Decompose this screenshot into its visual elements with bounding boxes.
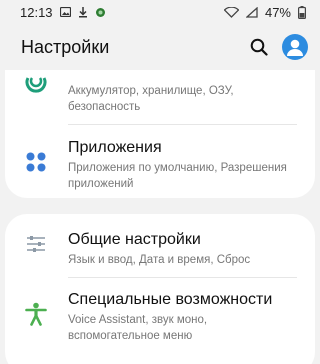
page-title: Настройки (21, 36, 110, 57)
battery-percent: 47% (264, 4, 291, 20)
settings-item-subtitle-line: Приложения по умолчанию, Разрешения (68, 162, 287, 174)
settings-item-title: Общие настройки (68, 231, 201, 248)
signal-icon (245, 6, 258, 18)
settings-item-subtitle-line: Язык и ввод, Дата и время, Сброс (68, 254, 251, 266)
status-time: 12:13 (20, 4, 53, 20)
status-bar-right: 47% (223, 4, 306, 20)
settings-item-subtitle-line: безопасность (68, 101, 141, 113)
status-bar-left: 12:13 (20, 5, 106, 20)
settings-group-1: Аккумулятор, хранилище, ОЗУ, безопасност… (5, 70, 315, 198)
settings-item-device-care[interactable]: Аккумулятор, хранилище, ОЗУ, безопасност… (5, 70, 315, 120)
app-bar: Настройки (0, 24, 320, 70)
divider (68, 277, 297, 278)
settings-item-subtitle-line: вспомогательное меню (68, 330, 193, 342)
settings-item-text: Приложения Приложения по умолчанию, Разр… (68, 138, 297, 192)
settings-item-text: Специальные возможности Voice Assistant,… (68, 290, 297, 344)
settings-item-subtitle-line: Voice Assistant, звук моно, (68, 314, 208, 326)
settings-item-accessibility[interactable]: Специальные возможности Voice Assistant,… (5, 280, 315, 360)
app-notification-icon (95, 7, 106, 18)
status-bar: 12:13 47% (0, 0, 320, 24)
general-settings-icon (22, 230, 50, 258)
settings-item-title: Приложения (68, 139, 162, 156)
settings-item-general[interactable]: Общие настройки Язык и ввод, Дата и врем… (5, 214, 315, 276)
divider (68, 124, 297, 125)
apps-icon (22, 148, 50, 176)
battery-icon (298, 5, 306, 19)
wifi-icon (223, 6, 239, 18)
settings-item-title: Специальные возможности (68, 291, 273, 308)
settings-item-apps[interactable]: Приложения Приложения по умолчанию, Разр… (5, 130, 315, 194)
account-icon[interactable] (282, 34, 308, 60)
search-icon[interactable] (250, 38, 268, 56)
download-icon (78, 6, 88, 18)
settings-item-subtitle-line: приложений (68, 178, 134, 190)
settings-group-2: Общие настройки Язык и ввод, Дата и врем… (5, 214, 315, 364)
settings-item-text: Общие настройки Язык и ввод, Дата и врем… (68, 230, 297, 268)
settings-item-text: Аккумулятор, хранилище, ОЗУ, безопасност… (68, 83, 297, 115)
accessibility-icon (22, 300, 50, 328)
app-bar-actions (250, 34, 308, 60)
gallery-icon (59, 7, 71, 17)
device-care-icon (22, 72, 50, 100)
settings-item-subtitle-line: Аккумулятор, хранилище, ОЗУ, (68, 85, 234, 97)
